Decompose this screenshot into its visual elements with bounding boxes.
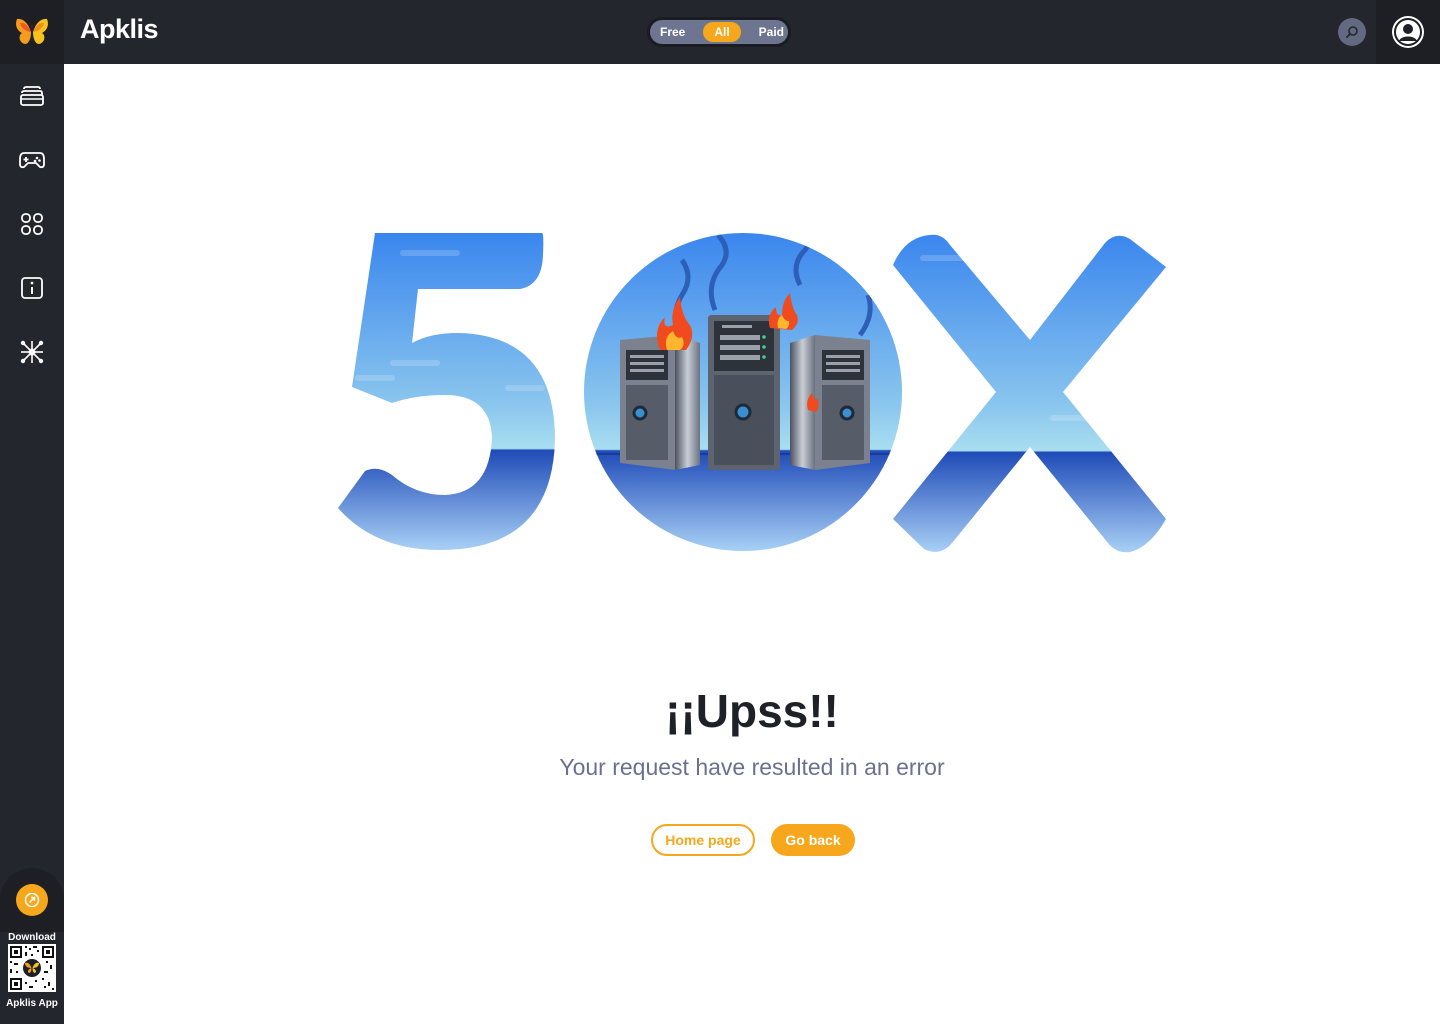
qr-code-graphic <box>10 946 54 990</box>
top-bar: Apklis Free All Paid <box>0 0 1440 64</box>
filter-free[interactable]: Free <box>660 25 685 39</box>
butterfly-logo-icon <box>16 18 48 44</box>
logo-button[interactable] <box>0 0 64 64</box>
external-link-icon <box>24 892 40 908</box>
search-button[interactable] <box>1338 18 1366 46</box>
download-label: Download <box>8 932 56 943</box>
gamepad-icon <box>19 152 45 169</box>
qr-code <box>8 944 56 992</box>
digit-five <box>338 233 555 550</box>
error-actions: Home page Go back <box>651 824 855 856</box>
search-icon <box>1346 26 1358 38</box>
filter-all[interactable]: All <box>703 22 741 42</box>
error-code-illustration <box>338 233 1166 553</box>
filter-paid[interactable]: Paid <box>759 25 784 39</box>
sidebar-item-categories[interactable] <box>0 192 64 256</box>
digit-zero-server-scene <box>584 233 902 551</box>
download-button[interactable] <box>0 868 64 932</box>
sidebar-item-games[interactable] <box>0 128 64 192</box>
brand-name[interactable]: Apklis <box>80 14 159 45</box>
account-button[interactable] <box>1376 0 1440 64</box>
go-back-button[interactable]: Go back <box>771 824 855 856</box>
sidebar: Download Apklis App <box>0 64 64 1024</box>
app-label: Apklis App <box>6 998 58 1009</box>
error-title: ¡¡Upss!! <box>665 685 839 737</box>
stack-icon <box>20 86 44 106</box>
network-icon <box>20 340 44 364</box>
user-icon <box>1394 18 1422 46</box>
sidebar-item-network[interactable] <box>0 320 64 384</box>
info-icon <box>21 277 43 299</box>
home-page-button[interactable]: Home page <box>651 824 755 856</box>
price-filter-toggle: Free All Paid <box>647 17 791 47</box>
grid-icon <box>21 213 43 235</box>
error-message: Your request have resulted in an error <box>559 754 945 780</box>
avatar <box>1392 16 1424 48</box>
sidebar-item-apps[interactable] <box>0 64 64 128</box>
sidebar-item-info[interactable] <box>0 256 64 320</box>
letter-x <box>893 234 1166 553</box>
download-app-panel: Download Apklis App <box>0 868 64 1024</box>
